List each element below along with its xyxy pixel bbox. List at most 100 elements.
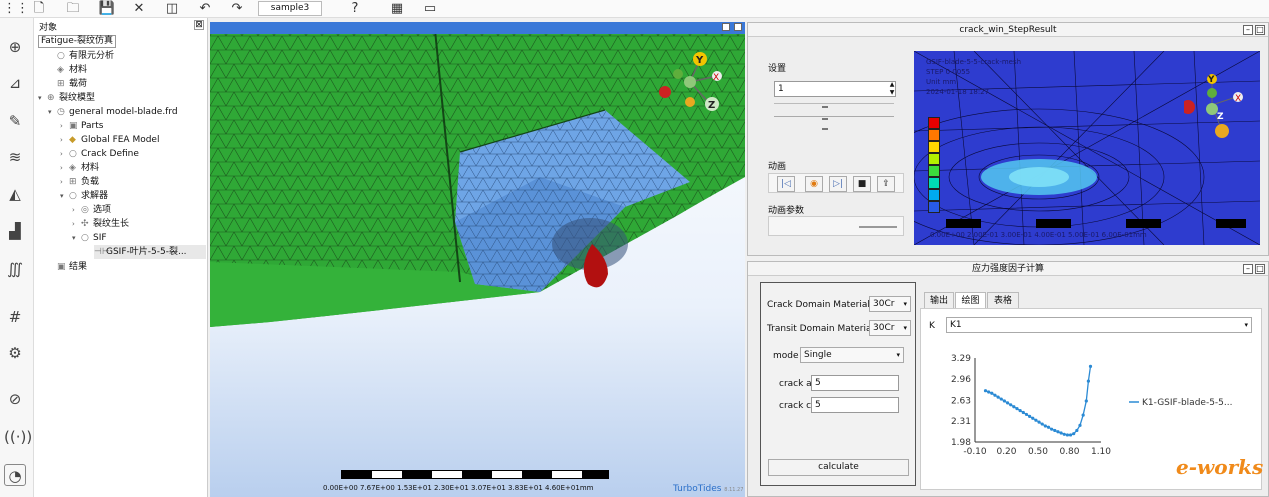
axis-triad[interactable]: Y X Z — [650, 44, 730, 114]
data-point — [1072, 432, 1076, 436]
tree-node-results[interactable]: ▣ 结果 — [48, 260, 87, 274]
result-axis-triad[interactable]: Y X Z — [1184, 69, 1254, 149]
data-point — [1078, 423, 1082, 427]
transit-domain-select[interactable]: 30Cr ▾ — [869, 320, 911, 336]
close-icon[interactable]: ✕ — [130, 0, 148, 18]
collapse-icon[interactable]: › — [72, 217, 81, 231]
gauge-icon[interactable]: ◔ — [4, 464, 26, 486]
tree-node-crack-growth[interactable]: › ✣ 裂纹生长 — [72, 217, 129, 231]
signal-icon[interactable]: ((·)) — [4, 426, 32, 448]
geometry-icon[interactable]: ⊿ — [4, 72, 26, 94]
redo-icon[interactable]: ↷ — [228, 0, 246, 18]
chevron-down-icon: ▾ — [1244, 321, 1248, 329]
layers-icon[interactable]: ≋ — [4, 146, 26, 168]
tree-title: 对象 — [39, 23, 58, 33]
tree-node-material[interactable]: ◈ 材料 — [48, 63, 87, 77]
data-point — [996, 395, 1000, 399]
model-icon[interactable]: ⊕ — [4, 36, 26, 58]
data-point — [1086, 379, 1090, 383]
blade-icon[interactable]: ◭ — [4, 183, 26, 205]
series-line — [985, 366, 1092, 436]
file-name-field[interactable]: sample3 — [258, 1, 322, 16]
settings-gear-icon[interactable]: ⚙ — [4, 342, 26, 364]
collapse-icon[interactable]: › — [60, 161, 69, 175]
mesh-viewport[interactable]: Y X Z 0.00E+00 7.67E+00 1.53E+01 2.30E+0… — [210, 22, 745, 497]
tree-node-material-2[interactable]: › ◈ 材料 — [60, 161, 99, 175]
collapse-icon[interactable]: › — [72, 203, 81, 217]
color-legend — [928, 117, 940, 213]
legend-swatch — [928, 117, 940, 129]
tree-node-parts[interactable]: › ▣ Parts — [60, 119, 103, 133]
collapse-icon[interactable]: › — [60, 119, 69, 133]
tree-node-solver[interactable]: ▾ ○ 求解器 — [60, 189, 108, 203]
tree-node-gsif[interactable]: ⊣⊢GSIF-叶片-5-5-裂... — [94, 245, 206, 259]
stop-icon[interactable]: ■ — [853, 176, 871, 192]
tree-node-fea[interactable]: ○ 有限元分析 — [48, 49, 114, 63]
tab-output[interactable]: 输出 — [924, 292, 954, 309]
crack-domain-select[interactable]: 30Cr ▾ — [869, 296, 911, 312]
y-tick-label: 2.96 — [951, 375, 971, 385]
tools-icon[interactable]: ✎ — [4, 110, 26, 132]
library-icon[interactable]: ∭ — [4, 258, 26, 280]
step-result-view[interactable]: GSIF-blade-5-5-crack-mesh STEP 0 0055 Un… — [914, 51, 1260, 245]
collapse-icon[interactable]: › — [60, 133, 69, 147]
mode-select[interactable]: Single ▾ — [800, 347, 904, 363]
tree-node-crack-model[interactable]: ▾ ⊕ 裂纹模型 — [38, 91, 95, 105]
sif-minimize-button[interactable]: – — [1243, 264, 1253, 274]
expand-icon[interactable]: ▾ — [48, 105, 57, 119]
tab-plot[interactable]: 绘图 — [955, 292, 986, 309]
collapse-icon[interactable]: › — [60, 175, 69, 189]
expand-icon[interactable]: ▾ — [72, 231, 81, 245]
app-grid-icon[interactable]: ⋮⋮ — [3, 0, 29, 18]
mesh-icon[interactable]: # — [4, 306, 26, 328]
settings-sliders[interactable] — [774, 103, 894, 139]
step-spinbox[interactable]: 1 — [774, 81, 896, 97]
tree-node-load[interactable]: ⊞ 载荷 — [48, 77, 87, 91]
chart-icon[interactable]: ▟ — [4, 220, 26, 242]
tree-close-button[interactable]: ⊠ — [194, 20, 204, 30]
crack-c-input[interactable]: 5 — [811, 397, 899, 413]
open-folder-icon[interactable]: 🗀 — [64, 0, 82, 18]
tree-node-crack-define[interactable]: › ○ Crack Define — [60, 147, 139, 161]
window-icon[interactable]: ▭ — [421, 0, 439, 18]
viewport-maximize-button[interactable] — [734, 23, 742, 31]
export-icon[interactable]: ⇪ — [877, 176, 895, 192]
satellite-icon[interactable]: ⊘ — [4, 388, 26, 410]
last-frame-icon[interactable]: ▷| — [829, 176, 847, 192]
tree-node-sif[interactable]: ▾ ○ SIF — [72, 231, 107, 245]
tab-table[interactable]: 表格 — [987, 292, 1019, 309]
spin-arrows-icon[interactable]: ▲ ▼ — [888, 81, 896, 97]
crack-a-input[interactable]: 5 — [811, 375, 899, 391]
sif-maximize-button[interactable]: □ — [1255, 264, 1265, 274]
data-point — [1084, 399, 1088, 403]
result-info: GSIF-blade-5-5-crack-mesh STEP 0 0055 Un… — [926, 58, 1022, 96]
animation-params-slider[interactable] — [768, 216, 904, 236]
data-point — [993, 393, 997, 397]
results-icon: ▣ — [57, 262, 66, 272]
tree-tab[interactable]: Fatigue-裂纹仿真 — [38, 35, 116, 48]
help-icon[interactable]: ? — [346, 0, 364, 18]
data-point — [1056, 430, 1060, 434]
model-icon: ⊕ — [47, 93, 55, 103]
undo-icon[interactable]: ↶ — [196, 0, 214, 18]
tree-node-options[interactable]: › ◎ 选项 — [72, 203, 111, 217]
calculate-button[interactable]: calculate — [768, 459, 909, 476]
viewport-minimize-button[interactable] — [722, 23, 730, 31]
tree-node-loading[interactable]: › ⊞ 负载 — [60, 175, 99, 189]
circle-icon: ○ — [81, 233, 89, 243]
tree-node-global-fea[interactable]: › ◆ Global FEA Model — [60, 133, 159, 147]
collapse-icon[interactable]: › — [60, 147, 69, 161]
calculator-icon[interactable]: ▦ — [388, 0, 406, 18]
save-icon[interactable]: 💾 — [98, 0, 116, 18]
new-file-icon[interactable]: 🗋 — [30, 0, 48, 18]
step-maximize-button[interactable]: □ — [1255, 25, 1265, 35]
expand-icon[interactable]: ▾ — [60, 189, 69, 203]
x-tick-label: -0.10 — [963, 447, 987, 457]
layout-icon[interactable]: ◫ — [163, 0, 181, 18]
step-minimize-button[interactable]: – — [1243, 25, 1253, 35]
tree-node-frd[interactable]: ▾ ◷ general model-blade.frd — [48, 105, 178, 119]
expand-icon[interactable]: ▾ — [38, 91, 47, 105]
play-icon[interactable]: ◉ — [805, 176, 823, 192]
first-frame-icon[interactable]: |◁ — [777, 176, 795, 192]
k-select[interactable]: K1 ▾ — [946, 317, 1252, 333]
